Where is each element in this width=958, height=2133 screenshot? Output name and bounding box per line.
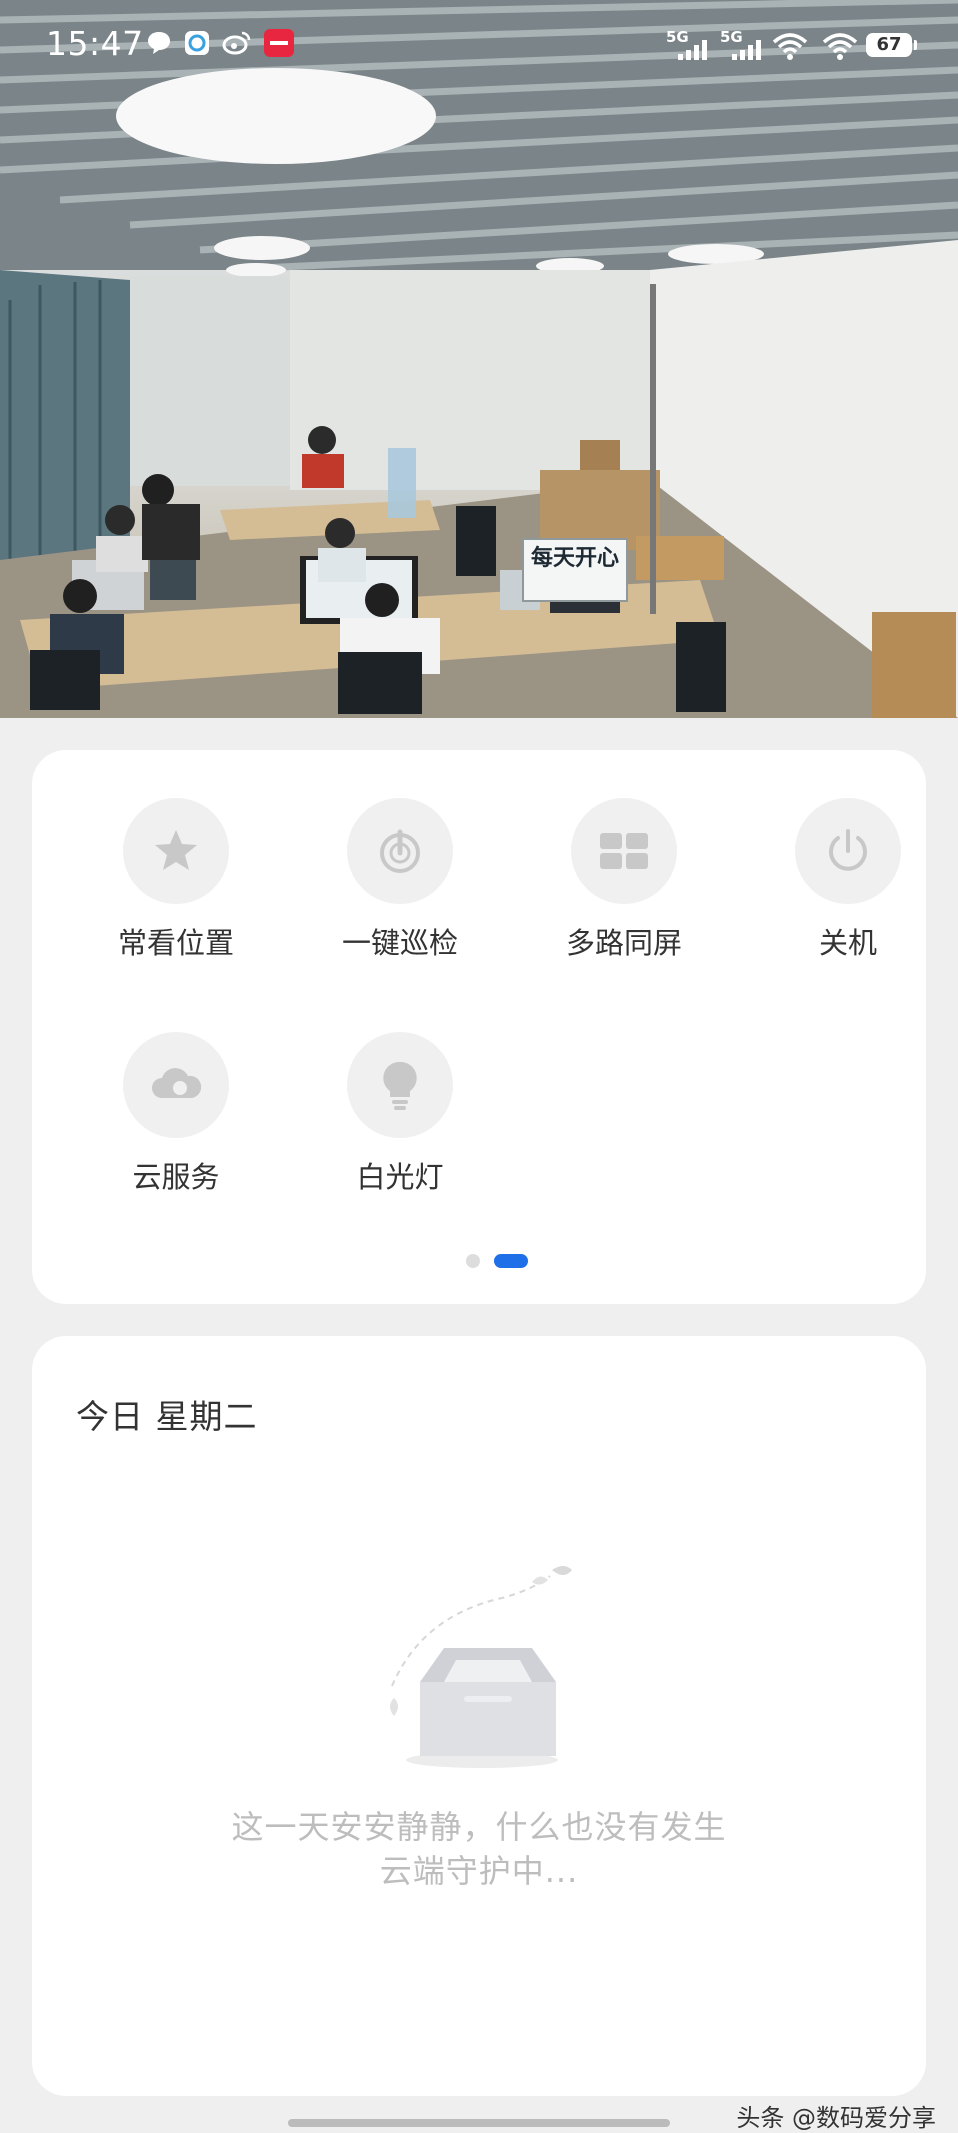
weibo-icon (222, 31, 251, 55)
cloud-icon (152, 1068, 202, 1098)
page-dot-2-active[interactable] (494, 1254, 528, 1268)
power-icon (829, 829, 867, 871)
wifi-plus-icon (772, 33, 808, 60)
action-label: 一键巡检 (341, 926, 458, 960)
camera-live-view[interactable]: 每天开心 15:47 5G 5G 67 (0, 0, 958, 718)
home-indicator-bar[interactable] (288, 2119, 670, 2127)
action-label: 云服务 (132, 1160, 220, 1194)
multi-screen-icon (600, 833, 648, 869)
action-label: 常看位置 (117, 926, 234, 960)
action-icon-circle (347, 798, 453, 904)
action-multi-screen[interactable]: 多路同屏 (524, 798, 724, 962)
action-icon-circle (571, 798, 677, 904)
wifi-icon (822, 33, 858, 60)
action-icon-circle (123, 798, 229, 904)
action-cloud-service[interactable]: 云服务 (76, 1032, 276, 1196)
battery-indicator: 67 (866, 33, 917, 57)
q-app-icon (185, 31, 209, 55)
office-scene-image (0, 0, 958, 718)
page-dot-1[interactable] (466, 1254, 480, 1268)
quick-actions-card: 常看位置 一键巡检 多路同屏 关机 云服务 白光灯 (32, 750, 926, 1304)
office-sign: 每天开心 (522, 538, 628, 602)
light-bulb-icon (383, 1061, 417, 1110)
action-favorite-positions[interactable]: 常看位置 (76, 798, 276, 962)
empty-state-subtext: 云端守护中... (379, 1852, 579, 1890)
patrol-icon (380, 829, 420, 873)
source-watermark: 头条 @数码爱分享 (736, 2104, 936, 2132)
status-bar: 15:47 5G 5G 67 (0, 0, 958, 92)
action-label: 关机 (818, 926, 877, 960)
empty-state-message: 这一天安安静静，什么也没有发生 (231, 1808, 727, 1846)
today-events-card: 今日 星期二 这一天安安静静，什么也没有发生 云端守护中... (32, 1336, 926, 2096)
action-power-off[interactable]: 关机 (748, 798, 948, 962)
action-icon-circle (123, 1032, 229, 1138)
cellular-signal-2-icon (732, 40, 761, 60)
action-icon-circle (347, 1032, 453, 1138)
action-one-key-patrol[interactable]: 一键巡检 (300, 798, 500, 962)
red-app-icon (264, 29, 294, 57)
cellular-signal-1-icon (678, 40, 707, 60)
star-icon (155, 830, 197, 870)
action-label: 多路同屏 (565, 926, 682, 960)
chat-bubble-icon (148, 32, 170, 54)
action-label: 白光灯 (356, 1160, 444, 1194)
action-white-light[interactable]: 白光灯 (300, 1032, 500, 1196)
empty-box-illustration (390, 1566, 572, 1768)
today-title: 今日 星期二 (76, 1397, 258, 1436)
action-icon-circle (795, 798, 901, 904)
status-time: 15:47 (46, 24, 144, 63)
